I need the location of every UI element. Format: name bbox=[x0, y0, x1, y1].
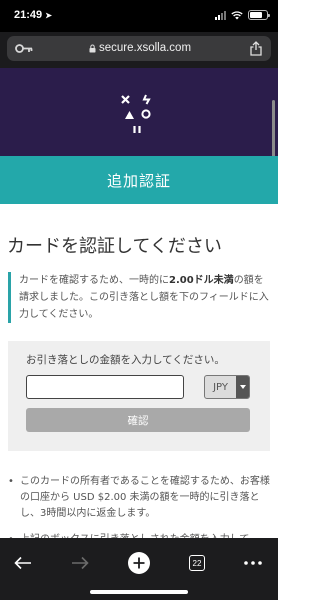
cellular-signal-icon bbox=[215, 10, 226, 20]
wifi-icon bbox=[231, 10, 243, 19]
status-bar: 21:49 ➤ bbox=[0, 0, 278, 32]
key-icon[interactable] bbox=[15, 43, 33, 54]
new-tab-button[interactable] bbox=[126, 552, 152, 574]
forward-icon bbox=[72, 556, 89, 570]
amount-label: お引き落としの金額を入力してください。 bbox=[26, 354, 225, 366]
header-title: 追加認証 bbox=[106, 171, 171, 190]
tabs-button[interactable]: 22 bbox=[184, 552, 210, 574]
currency-value: JPY bbox=[213, 381, 228, 393]
location-arrow-icon: ➤ bbox=[45, 11, 52, 20]
confirm-button[interactable]: 確認 bbox=[26, 408, 250, 432]
header-title-band: 追加認証 bbox=[0, 156, 278, 204]
status-time-text: 21:49 bbox=[14, 9, 43, 21]
new-tab-icon bbox=[128, 552, 150, 574]
status-indicators bbox=[215, 10, 270, 20]
lock-icon bbox=[89, 44, 96, 52]
more-icon bbox=[244, 561, 262, 565]
home-indicator bbox=[90, 590, 188, 594]
currency-select[interactable]: JPY bbox=[204, 375, 250, 399]
info-note: カードを確認するため、一時的に2.00ドル未満の額を請求しました。この引き落とし… bbox=[8, 272, 272, 323]
caret-down-icon bbox=[236, 376, 249, 398]
forward-button[interactable] bbox=[67, 552, 93, 574]
share-icon[interactable] bbox=[250, 41, 262, 56]
more-button[interactable] bbox=[240, 552, 266, 574]
amount-form-panel: お引き落としの金額を入力してください。 JPY 確認 bbox=[8, 341, 270, 451]
list-item: このカードの所有者であることを確認するため、お客様の口座から USD $2.00… bbox=[8, 474, 270, 522]
browser-url-bar: secure.xsolla.com bbox=[0, 32, 278, 68]
note-amount-highlight: 2.00ドル未満 bbox=[169, 275, 234, 286]
back-icon bbox=[14, 556, 31, 570]
info-note-text: カードを確認するため、一時的に2.00ドル未満の額を請求しました。この引き落とし… bbox=[19, 272, 272, 323]
page-scrollbar[interactable] bbox=[272, 100, 275, 162]
back-button[interactable] bbox=[10, 552, 36, 574]
note-text-part-1: カードを確認するため、一時的に bbox=[19, 275, 169, 286]
address-field[interactable]: secure.xsolla.com bbox=[7, 36, 271, 61]
amount-input[interactable] bbox=[26, 375, 184, 399]
xsolla-logo bbox=[121, 94, 151, 133]
page-title: カードを認証してください bbox=[7, 236, 222, 257]
brand-header bbox=[0, 68, 278, 156]
battery-icon bbox=[248, 10, 270, 20]
tabs-icon: 22 bbox=[189, 555, 205, 571]
url-display[interactable]: secure.xsolla.com bbox=[89, 42, 191, 54]
browser-toolbar: 22 bbox=[0, 538, 278, 600]
status-time: 21:49 ➤ bbox=[14, 9, 52, 21]
url-text: secure.xsolla.com bbox=[99, 42, 192, 54]
tab-count: 22 bbox=[192, 558, 202, 568]
